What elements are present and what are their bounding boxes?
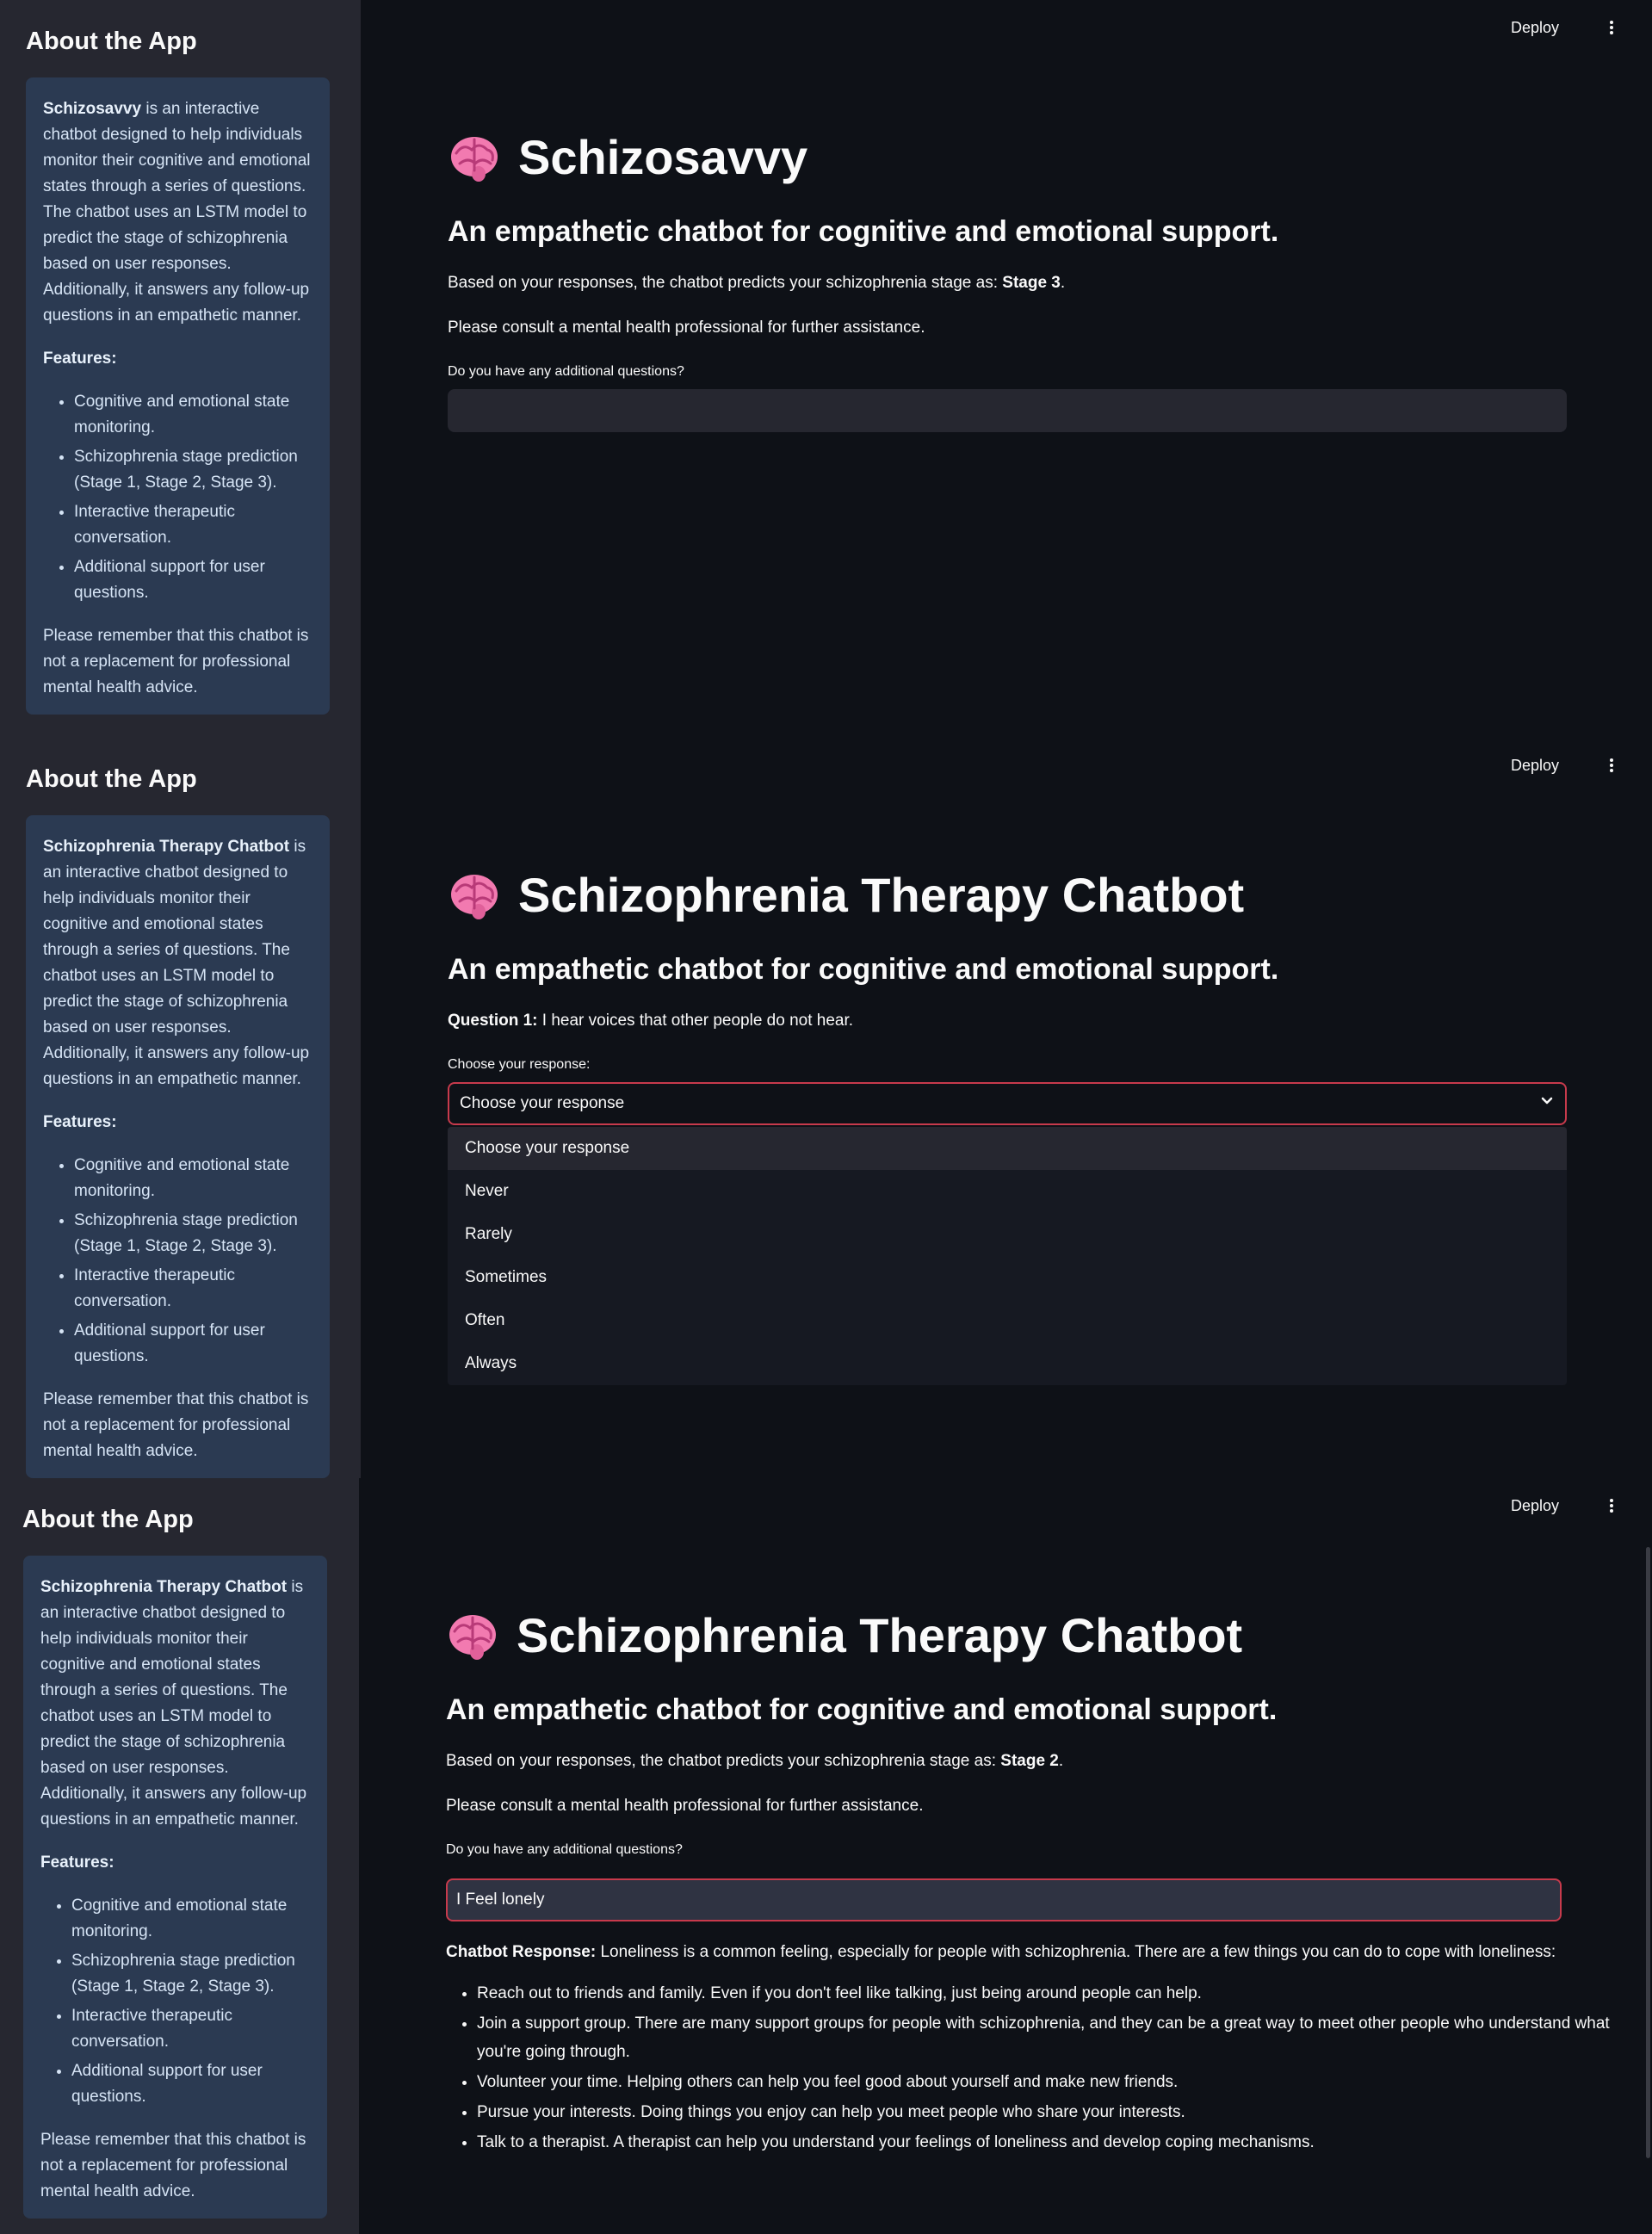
page-title: Schizophrenia Therapy Chatbot (446, 1607, 1242, 1663)
screen-panel-1: About the App Schizosavvy is an interact… (0, 0, 1652, 738)
disclaimer: Please remember that this chatbot is not… (43, 627, 309, 696)
page-subtitle: An empathetic chatbot for cognitive and … (448, 953, 1279, 986)
feature-item: Cognitive and emotional state monitoring… (74, 389, 312, 441)
response-select[interactable]: Choose your response (448, 1082, 1567, 1125)
deploy-button[interactable]: Deploy (1511, 1497, 1559, 1515)
sidebar-title: About the App (26, 28, 197, 55)
chatbot-response-label: Chatbot Response: (446, 1943, 597, 1961)
features-list: Cognitive and emotional state monitoring… (40, 1893, 310, 2110)
response-item: Join a support group. There are many sup… (477, 2009, 1622, 2066)
question-label: Do you have any additional questions? (446, 1842, 683, 1857)
page-title-text: Schizophrenia Therapy Chatbot (518, 868, 1245, 922)
feature-item: Additional support for user questions. (74, 554, 312, 606)
about-info-box: Schizophrenia Therapy Chatbot is an inte… (23, 1556, 327, 2219)
feature-item: Schizophrenia stage prediction (Stage 1,… (74, 1208, 312, 1259)
predicted-stage: Stage 3 (1002, 274, 1061, 292)
features-list: Cognitive and emotional state monitoring… (43, 389, 312, 606)
dropdown-option[interactable]: Rarely (448, 1213, 1567, 1256)
prediction-text: Based on your responses, the chatbot pre… (446, 1752, 1064, 1770)
page-subtitle: An empathetic chatbot for cognitive and … (446, 1693, 1278, 1726)
page-subtitle: An empathetic chatbot for cognitive and … (448, 215, 1279, 248)
sidebar: About the App Schizophrenia Therapy Chat… (0, 738, 361, 1478)
app-name: Schizophrenia Therapy Chatbot (43, 838, 290, 856)
predicted-stage: Stage 2 (1000, 1752, 1059, 1770)
sidebar: About the App Schizophrenia Therapy Chat… (0, 1478, 359, 2234)
dropdown-option[interactable]: Choose your response (448, 1127, 1567, 1170)
app-description: is an interactive chatbot designed to he… (40, 1578, 307, 1829)
question-label: Do you have any additional questions? (448, 364, 684, 379)
features-heading: Features: (43, 350, 117, 368)
app-name: Schizosavvy (43, 100, 142, 118)
about-info-box: Schizosavvy is an interactive chatbot de… (26, 77, 330, 715)
more-options-icon[interactable] (1606, 753, 1618, 777)
more-options-icon[interactable] (1606, 15, 1618, 40)
response-select-label: Choose your response: (448, 1057, 591, 1072)
dropdown-option[interactable]: Sometimes (448, 1256, 1567, 1299)
sidebar-title: About the App (26, 765, 197, 793)
brain-icon (448, 869, 501, 922)
app-description: is an interactive chatbot designed to he… (43, 100, 311, 325)
disclaimer: Please remember that this chatbot is not… (40, 2131, 306, 2200)
deploy-button[interactable]: Deploy (1511, 757, 1559, 775)
response-select-value: Choose your response (460, 1094, 625, 1112)
prediction-text: Based on your responses, the chatbot pre… (448, 274, 1066, 292)
additional-question-input[interactable]: I Feel lonely (446, 1878, 1562, 1921)
feature-item: Interactive therapeutic conversation. (74, 1263, 312, 1315)
sidebar-title: About the App (22, 1506, 194, 1533)
features-heading: Features: (40, 1853, 114, 1872)
response-item: Pursue your interests. Doing things you … (477, 2098, 1622, 2126)
feature-item: Cognitive and emotional state monitoring… (74, 1153, 312, 1204)
about-info-box: Schizophrenia Therapy Chatbot is an inte… (26, 815, 330, 1478)
additional-question-input[interactable] (448, 389, 1567, 432)
page-title: Schizosavvy (448, 129, 807, 185)
consult-text: Please consult a mental health professio… (446, 1797, 924, 1815)
deploy-button[interactable]: Deploy (1511, 19, 1559, 37)
screen-panel-3: About the App Schizophrenia Therapy Chat… (0, 1478, 1652, 2234)
scrollbar[interactable] (1646, 1547, 1650, 2158)
feature-item: Cognitive and emotional state monitoring… (71, 1893, 310, 1945)
dropdown-option[interactable]: Often (448, 1299, 1567, 1342)
page-title-text: Schizophrenia Therapy Chatbot (517, 1608, 1243, 1662)
consult-text: Please consult a mental health professio… (448, 319, 925, 337)
response-suggestions-list: Reach out to friends and family. Even if… (446, 1979, 1622, 2158)
feature-item: Additional support for user questions. (71, 2058, 310, 2110)
question-number: Question 1: (448, 1012, 538, 1030)
response-item: Volunteer your time. Helping others can … (477, 2068, 1622, 2096)
brain-icon (448, 131, 501, 184)
more-options-icon[interactable] (1606, 1494, 1618, 1518)
feature-item: Interactive therapeutic conversation. (74, 499, 312, 551)
disclaimer: Please remember that this chatbot is not… (43, 1390, 309, 1460)
feature-item: Additional support for user questions. (74, 1318, 312, 1370)
response-item: Talk to a therapist. A therapist can hel… (477, 2128, 1622, 2157)
chevron-down-icon (1539, 1093, 1555, 1114)
response-dropdown-menu: Choose your response Never Rarely Someti… (448, 1127, 1567, 1385)
page-title-text: Schizosavvy (518, 130, 808, 184)
features-heading: Features: (43, 1113, 117, 1131)
sidebar: About the App Schizosavvy is an interact… (0, 0, 361, 738)
feature-item: Interactive therapeutic conversation. (71, 2003, 310, 2055)
feature-item: Schizophrenia stage prediction (Stage 1,… (71, 1948, 310, 2000)
app-name: Schizophrenia Therapy Chatbot (40, 1578, 288, 1596)
dropdown-option[interactable]: Always (448, 1342, 1567, 1385)
app-description: is an interactive chatbot designed to he… (43, 838, 310, 1088)
dropdown-option[interactable]: Never (448, 1170, 1567, 1213)
page-title: Schizophrenia Therapy Chatbot (448, 867, 1244, 923)
feature-item: Schizophrenia stage prediction (Stage 1,… (74, 444, 312, 496)
brain-icon (446, 1609, 499, 1662)
screen-panel-2: About the App Schizophrenia Therapy Chat… (0, 738, 1652, 1478)
chatbot-response: Chatbot Response: Loneliness is a common… (446, 1943, 1556, 1961)
response-item: Reach out to friends and family. Even if… (477, 1979, 1622, 2008)
question-text: Question 1: I hear voices that other peo… (448, 1012, 854, 1030)
features-list: Cognitive and emotional state monitoring… (43, 1153, 312, 1370)
